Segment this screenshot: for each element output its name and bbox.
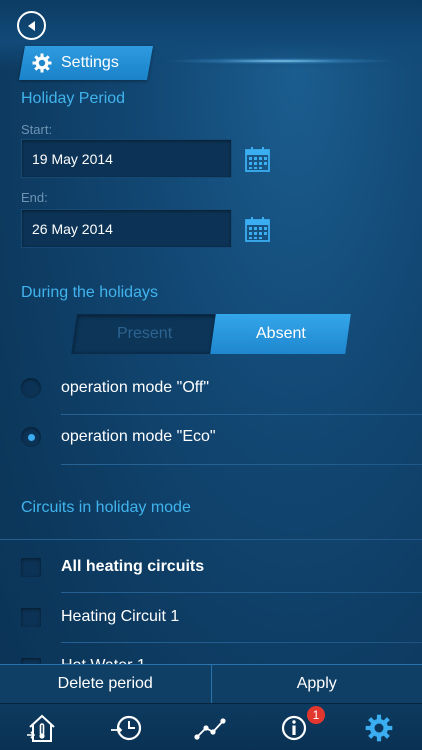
header-glow bbox=[170, 58, 390, 64]
end-date-field[interactable]: 26 May 2014 bbox=[21, 209, 232, 248]
option-off-label: operation mode "Off" bbox=[61, 379, 210, 396]
checkbox-heating-circuit-1[interactable] bbox=[21, 608, 41, 627]
clock-arrow-icon bbox=[111, 715, 142, 741]
start-calendar-icon[interactable] bbox=[245, 146, 270, 172]
tab-graph[interactable] bbox=[193, 712, 227, 744]
end-label: End: bbox=[21, 190, 48, 205]
tab-timer[interactable] bbox=[110, 712, 144, 744]
delete-period-button[interactable]: Delete period bbox=[0, 665, 212, 703]
divider bbox=[61, 464, 422, 465]
apply-button[interactable]: Apply bbox=[212, 665, 422, 703]
back-button[interactable] bbox=[17, 11, 46, 40]
start-date-value: 19 May 2014 bbox=[32, 150, 113, 167]
divider bbox=[61, 642, 422, 643]
heating-circuit-1-label: Heating Circuit 1 bbox=[61, 608, 180, 625]
divider bbox=[0, 539, 422, 540]
divider bbox=[61, 414, 422, 415]
gear-icon bbox=[32, 53, 52, 73]
segment-present-label: Present bbox=[116, 325, 173, 342]
holiday-period-title: Holiday Period bbox=[21, 90, 126, 107]
option-eco-label: operation mode "Eco" bbox=[61, 428, 216, 445]
tab-settings[interactable] bbox=[362, 712, 396, 744]
end-date-value: 26 May 2014 bbox=[32, 220, 113, 237]
settings-label: Settings bbox=[61, 54, 119, 71]
divider bbox=[61, 592, 422, 593]
radio-off[interactable] bbox=[21, 378, 41, 398]
start-date-field[interactable]: 19 May 2014 bbox=[21, 139, 232, 178]
radio-selected-dot bbox=[27, 433, 35, 441]
house-thermometer-icon bbox=[27, 714, 55, 742]
during-holidays-title: During the holidays bbox=[21, 284, 158, 301]
settings-tab: Settings bbox=[32, 46, 119, 80]
checkbox-all-circuits[interactable] bbox=[21, 558, 41, 577]
tab-bar bbox=[0, 703, 422, 750]
info-icon bbox=[281, 715, 307, 741]
segment-absent-label: Absent bbox=[255, 325, 306, 342]
info-badge: 1 bbox=[307, 706, 325, 724]
radio-eco[interactable] bbox=[21, 427, 41, 447]
graph-icon bbox=[194, 718, 226, 740]
tab-info[interactable] bbox=[277, 712, 311, 744]
all-circuits-label: All heating circuits bbox=[61, 558, 205, 575]
circuits-title: Circuits in holiday mode bbox=[21, 499, 191, 516]
action-bar: Delete period Apply bbox=[0, 664, 422, 703]
back-arrow-icon bbox=[27, 20, 35, 31]
segment-absent[interactable]: Absent bbox=[210, 314, 351, 354]
segment-present[interactable]: Present bbox=[71, 314, 218, 354]
tab-home[interactable] bbox=[25, 712, 59, 744]
settings-gear-icon bbox=[365, 714, 393, 742]
end-calendar-icon[interactable] bbox=[245, 216, 270, 242]
start-label: Start: bbox=[21, 122, 53, 137]
